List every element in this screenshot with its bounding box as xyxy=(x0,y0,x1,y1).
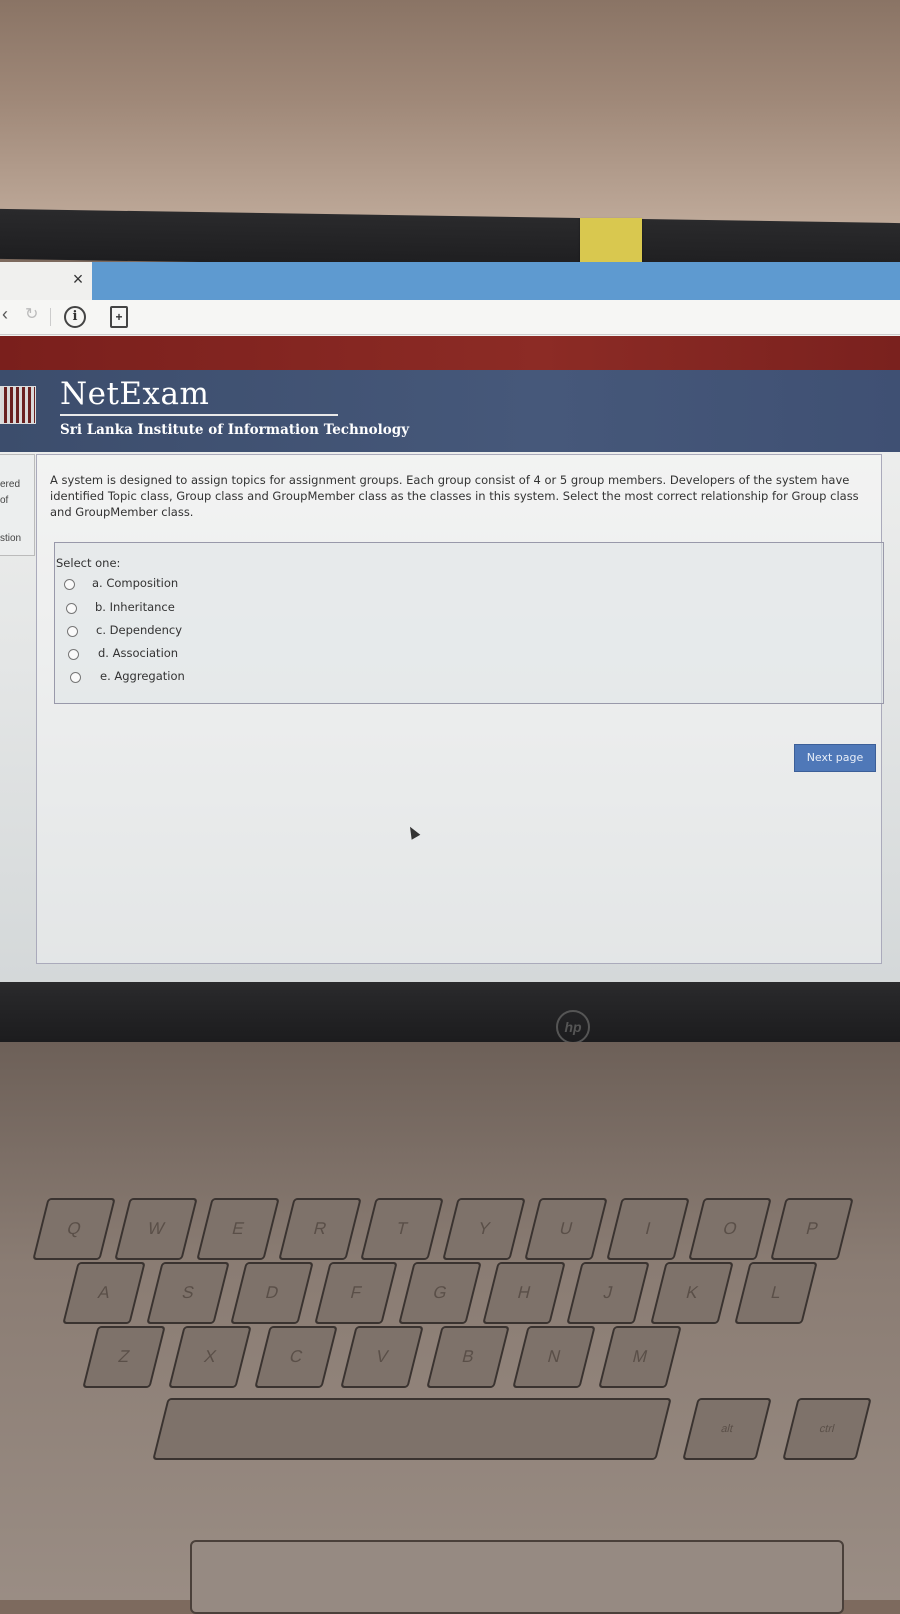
reload-icon[interactable]: ↻ xyxy=(25,304,38,324)
select-one-label: Select one: xyxy=(56,556,121,570)
trackpad xyxy=(190,1540,844,1614)
option-label[interactable]: b. Inheritance xyxy=(95,600,175,614)
room-wall xyxy=(0,0,900,230)
webcam-sticky-note xyxy=(580,218,642,262)
nav-divider xyxy=(50,308,51,326)
site-info-icon[interactable]: i xyxy=(64,306,86,328)
tab-close-icon[interactable]: × xyxy=(68,267,88,291)
next-page-button[interactable]: Next page xyxy=(794,744,876,772)
spacebar-key xyxy=(152,1398,672,1460)
browser-tab-bar: × xyxy=(0,262,900,300)
option-radio[interactable] xyxy=(64,579,75,590)
alt-key: alt xyxy=(682,1398,772,1460)
extension-icon[interactable]: + xyxy=(110,306,128,328)
browser-active-tab[interactable] xyxy=(92,262,900,300)
brand-underline xyxy=(60,414,338,416)
option-label[interactable]: d. Association xyxy=(98,646,178,660)
laptop-bottom-bezel xyxy=(0,982,900,1042)
sidebar-line: ered xyxy=(0,479,21,490)
option-radio[interactable] xyxy=(67,626,78,637)
sidebar-line: of xyxy=(0,495,9,506)
question-text: A system is designed to assign topics fo… xyxy=(50,473,859,519)
institute-name: Sri Lanka Institute of Information Techn… xyxy=(60,422,410,438)
option-label[interactable]: e. Aggregation xyxy=(100,669,185,683)
site-header: NetExam Sri Lanka Institute of Informati… xyxy=(0,370,900,452)
laptop-screen: × ‹ ↻ i + NetExam Sri Lanka Institute of… xyxy=(0,262,900,982)
brand-title: NetExam xyxy=(60,376,210,412)
sidebar-line: stion xyxy=(0,533,22,544)
option-label[interactable]: c. Dependency xyxy=(96,623,182,637)
option-radio[interactable] xyxy=(68,649,79,660)
back-icon[interactable]: ‹ xyxy=(2,304,8,325)
option-radio[interactable] xyxy=(66,603,77,614)
top-red-band xyxy=(0,336,900,370)
hp-logo-icon: hp xyxy=(556,1010,590,1044)
ctrl-key: ctrl xyxy=(782,1398,872,1460)
option-radio[interactable] xyxy=(70,672,81,683)
question-card xyxy=(36,454,882,964)
question-info-sidebar: ered of stion xyxy=(0,454,35,556)
browser-nav-bar: ‹ ↻ i + xyxy=(0,300,900,335)
institute-logo-icon xyxy=(0,386,36,424)
option-label[interactable]: a. Composition xyxy=(92,576,178,590)
